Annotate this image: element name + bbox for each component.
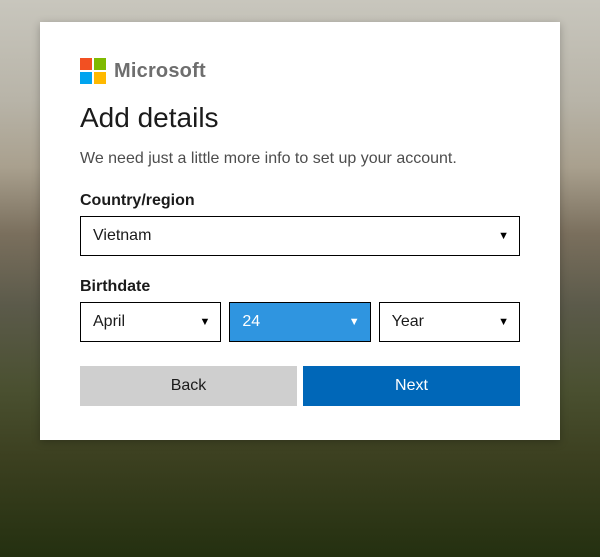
country-label: Country/region <box>80 192 520 210</box>
brand: Microsoft <box>80 58 520 84</box>
birthdate-row: April ▼ 24 ▼ Year ▼ <box>80 302 520 342</box>
chevron-down-icon: ▼ <box>498 230 509 242</box>
brand-name: Microsoft <box>114 60 206 83</box>
page-title: Add details <box>80 102 520 134</box>
signup-card: Microsoft Add details We need just a lit… <box>40 22 560 440</box>
next-button[interactable]: Next <box>303 366 520 406</box>
chevron-down-icon: ▼ <box>349 316 360 328</box>
chevron-down-icon: ▼ <box>498 316 509 328</box>
birth-month-select[interactable]: April ▼ <box>80 302 221 342</box>
country-select[interactable]: Vietnam ▼ <box>80 216 520 256</box>
back-button[interactable]: Back <box>80 366 297 406</box>
birthdate-label: Birthdate <box>80 278 520 296</box>
chevron-down-icon: ▼ <box>199 316 210 328</box>
birth-day-value: 24 <box>242 313 260 331</box>
page-subtitle: We need just a little more info to set u… <box>80 148 480 170</box>
birth-year-value: Year <box>392 313 424 331</box>
birth-month-value: April <box>93 313 125 331</box>
button-row: Back Next <box>80 366 520 406</box>
birth-day-select[interactable]: 24 ▼ <box>229 302 370 342</box>
birth-year-select[interactable]: Year ▼ <box>379 302 520 342</box>
microsoft-logo-icon <box>80 58 106 84</box>
country-select-value: Vietnam <box>93 227 151 245</box>
